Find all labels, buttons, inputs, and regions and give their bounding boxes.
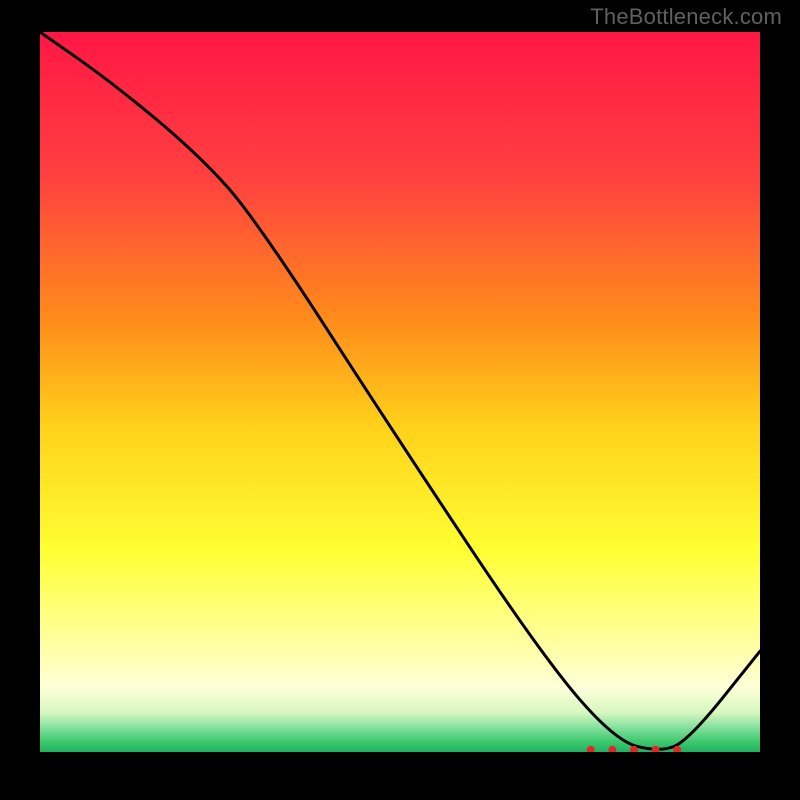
plot-area <box>40 32 760 752</box>
chart-stage: TheBottleneck.com <box>0 0 800 800</box>
chart-svg <box>40 32 760 752</box>
gradient-background <box>40 32 760 752</box>
watermark-text: TheBottleneck.com <box>590 4 782 30</box>
